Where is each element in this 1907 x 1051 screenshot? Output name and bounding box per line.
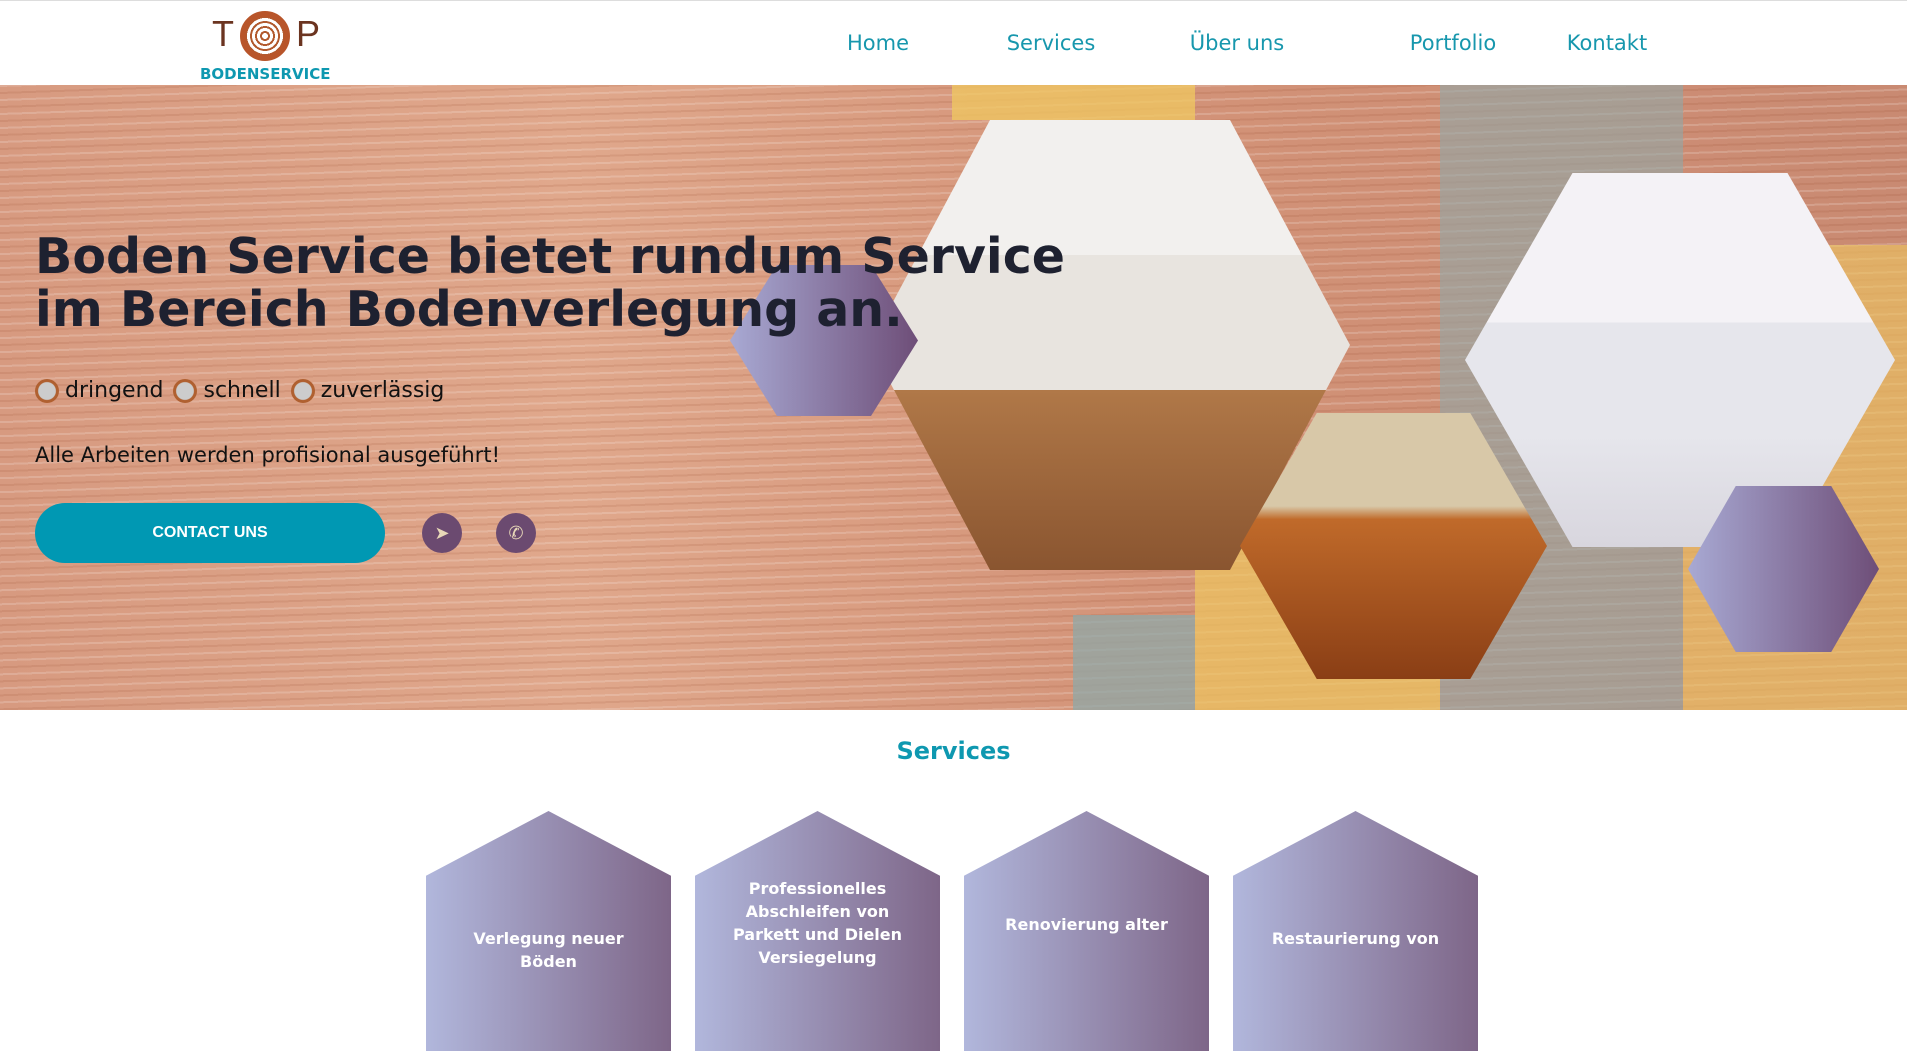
decor-strip (1073, 615, 1195, 710)
service-card[interactable]: Professionelles Abschleifen von Parkett … (695, 811, 940, 1051)
logo-letter: T (212, 13, 234, 54)
feature-list: dringend schnell zuverlässig (35, 378, 444, 403)
nav-contact[interactable]: Kontakt (1567, 31, 1647, 55)
services-title: Services (896, 737, 1011, 765)
nav-portfolio[interactable]: Portfolio (1410, 31, 1496, 55)
service-card[interactable]: Verlegung neuer Böden (426, 811, 671, 1051)
gear-bullet-icon (35, 379, 59, 403)
header: T P BODENSERVICE Home Services Über uns … (0, 0, 1907, 85)
hero-tagline: Alle Arbeiten werden profisional ausgefü… (35, 443, 501, 467)
decor-strip (952, 85, 1195, 120)
nav-services[interactable]: Services (1007, 31, 1096, 55)
logo[interactable]: T P BODENSERVICE (200, 7, 330, 83)
service-card[interactable]: Renovierung alter (964, 811, 1209, 1051)
gear-bullet-icon (290, 379, 315, 403)
feature-label: zuverlässig (320, 378, 445, 403)
contact-button[interactable]: CONTACT UNS (35, 503, 385, 563)
feature-item: zuverlässig (290, 378, 445, 403)
service-card[interactable]: Restaurierung von (1233, 811, 1478, 1051)
logo-subtitle: BODENSERVICE (200, 65, 331, 83)
hero-headline: Boden Service bietet rundum Service im B… (35, 228, 1065, 338)
logo-letter: P (296, 13, 321, 54)
gear-log-icon (240, 11, 290, 61)
feature-label: dringend (65, 378, 164, 403)
nav-about[interactable]: Über uns (1190, 31, 1285, 55)
gear-bullet-icon (173, 379, 198, 403)
nav-home[interactable]: Home (847, 31, 909, 55)
feature-item: dringend (35, 378, 163, 403)
feature-item: schnell (173, 378, 281, 403)
telegram-icon[interactable]: ➤ (422, 513, 462, 553)
whatsapp-icon[interactable]: ✆ (496, 513, 536, 553)
feature-label: schnell (203, 378, 281, 403)
